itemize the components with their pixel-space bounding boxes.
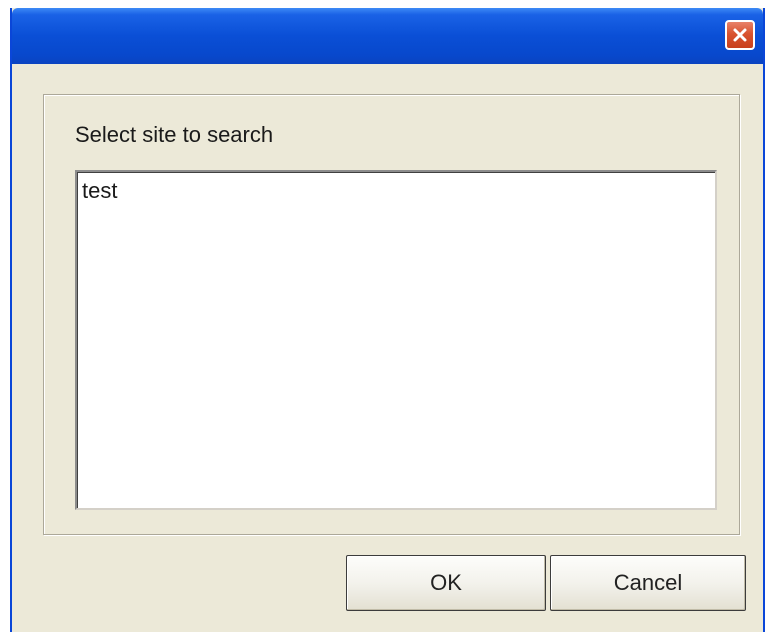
ok-button[interactable]: OK	[346, 555, 546, 611]
close-button[interactable]	[725, 20, 755, 50]
prompt-label: Select site to search	[75, 122, 274, 147]
title-bar[interactable]	[12, 8, 763, 64]
dialog-window: Select site to search test OK Cancel	[10, 8, 765, 632]
dialog-body: Select site to search test OK Cancel	[12, 64, 763, 632]
site-listbox[interactable]: test	[75, 170, 717, 510]
close-x-icon	[733, 28, 747, 42]
list-item[interactable]: test	[81, 178, 711, 204]
cancel-button[interactable]: Cancel	[550, 555, 746, 611]
